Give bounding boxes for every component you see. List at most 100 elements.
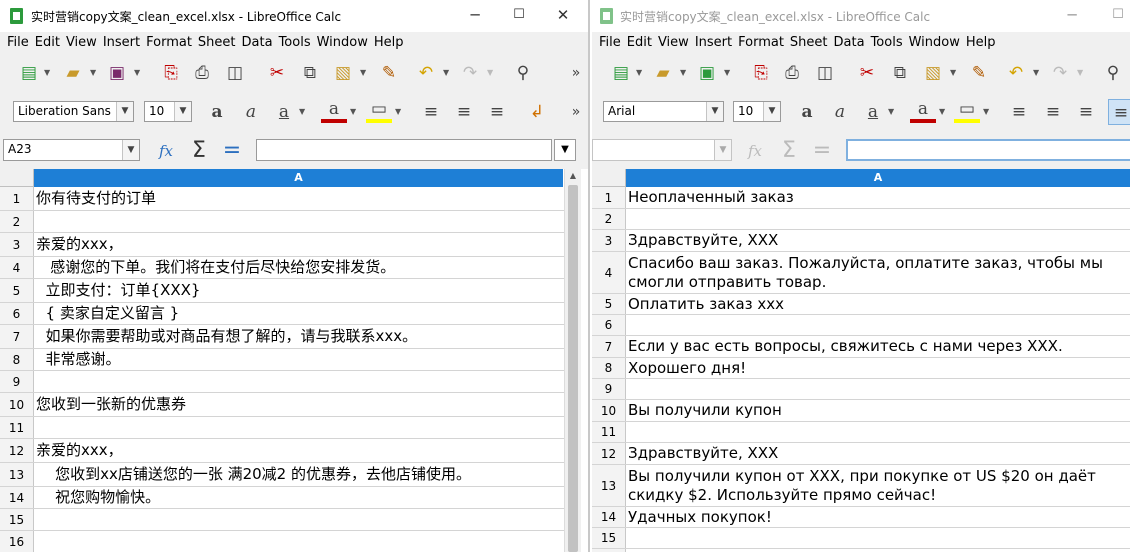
paste-icon[interactable]: ▧ — [920, 60, 946, 86]
input-line[interactable] — [256, 139, 552, 161]
undo-icon[interactable]: ↶ — [413, 60, 439, 86]
vertical-scrollbar[interactable]: ▲ — [564, 169, 581, 552]
chevron-down-icon[interactable]: ▼ — [888, 99, 896, 125]
minimize-button[interactable]: ─ — [453, 0, 497, 32]
toolbar-overflow-icon[interactable]: » — [567, 60, 585, 86]
cell-a12[interactable]: Здравствуйте, XXX — [626, 443, 778, 464]
row-header[interactable]: 16 — [0, 531, 34, 552]
cell-a3[interactable]: 亲爱的xxx， — [34, 233, 123, 256]
underline-icon[interactable]: a — [271, 99, 297, 125]
row-header[interactable]: 1 — [592, 187, 626, 208]
cell-a8[interactable]: Хорошего дня! — [626, 358, 746, 378]
chevron-down-icon[interactable]: ▼ — [116, 102, 133, 121]
cell-a4[interactable]: 感谢您的下单。我们将在支付后尽快给您安排发货。 — [34, 257, 395, 278]
function-wizard-icon[interactable]: fx — [742, 138, 768, 164]
menu-view[interactable]: View — [63, 32, 100, 54]
row-header[interactable]: 6 — [592, 315, 626, 335]
wrap-text-icon[interactable]: ≡ — [1108, 99, 1130, 125]
align-left-icon[interactable]: ≡ — [1006, 99, 1032, 125]
input-line[interactable] — [846, 139, 1130, 161]
cell-a10[interactable]: 您收到一张新的优惠券 — [34, 393, 186, 416]
menu-tools[interactable]: Tools — [868, 32, 906, 54]
row-header[interactable]: 15 — [592, 528, 626, 548]
export-pdf-icon[interactable]: ⎘ — [158, 60, 184, 86]
row-header[interactable]: 8 — [592, 358, 626, 378]
row-header[interactable]: 9 — [592, 379, 626, 399]
chevron-down-icon[interactable]: ▼ — [44, 60, 52, 86]
clone-formatting-icon[interactable]: ✎ — [376, 60, 402, 86]
column-header-a[interactable]: A — [626, 169, 1130, 187]
cell-a13[interactable]: 您收到xx店铺送您的一张 满20减2 的优惠券，去他店铺使用。 — [34, 463, 471, 486]
menu-edit[interactable]: Edit — [32, 32, 63, 54]
row-header[interactable]: 13 — [0, 463, 34, 486]
chevron-down-icon[interactable]: ▼ — [939, 99, 947, 125]
row-header[interactable]: 2 — [592, 209, 626, 229]
menu-data[interactable]: Data — [239, 32, 276, 54]
row-header[interactable]: 4 — [0, 257, 34, 278]
menu-window[interactable]: Window — [314, 32, 371, 54]
menu-format[interactable]: Format — [143, 32, 195, 54]
save-icon[interactable]: ▣ — [104, 60, 130, 86]
cell-a9[interactable] — [34, 371, 36, 392]
row-header[interactable]: 3 — [592, 230, 626, 251]
cut-icon[interactable]: ✂ — [854, 60, 880, 86]
chevron-down-icon[interactable]: ▼ — [724, 60, 732, 86]
undo-icon[interactable]: ↶ — [1003, 60, 1029, 86]
spreadsheet-grid[interactable]: A 1 Неоплаченный заказ 2 3 Здравствуйте, XXX… — [592, 169, 1130, 552]
copy-icon[interactable]: ⧉ — [297, 60, 323, 86]
cell-a1[interactable]: 你有待支付的订单 — [34, 187, 156, 210]
row-header[interactable]: 3 — [0, 233, 34, 256]
font-size-box[interactable]: 10 ▼ — [144, 101, 192, 122]
cell-a5[interactable]: 立即支付：订单{XXX} — [34, 279, 201, 302]
menu-file[interactable]: File — [596, 32, 624, 54]
cell-a2[interactable] — [626, 209, 628, 229]
sum-icon[interactable]: Σ — [776, 138, 802, 164]
align-right-icon[interactable]: ≡ — [1073, 99, 1099, 125]
find-replace-icon[interactable]: ⚲ — [1100, 60, 1126, 86]
align-left-icon[interactable]: ≡ — [418, 99, 444, 125]
menu-insert[interactable]: Insert — [692, 32, 735, 54]
row-header[interactable]: 12 — [592, 443, 626, 464]
cell-a7[interactable]: 如果你需要帮助或对商品有想了解的，请与我联系xxx。 — [34, 325, 418, 348]
chevron-down-icon[interactable]: ▼ — [134, 60, 142, 86]
chevron-down-icon[interactable]: ▼ — [299, 99, 307, 125]
cell-a4[interactable]: Спасибо ваш заказ. Пожалуйста, оплатите … — [626, 252, 1130, 293]
row-header[interactable]: 1 — [0, 187, 34, 210]
find-replace-icon[interactable]: ⚲ — [510, 60, 536, 86]
bold-icon[interactable]: a — [794, 99, 820, 125]
copy-icon[interactable]: ⧉ — [887, 60, 913, 86]
print-icon[interactable]: ⎙ — [189, 60, 215, 86]
name-box[interactable]: A23 ▼ — [3, 139, 140, 161]
cell-a13[interactable]: Вы получили купон от XXX, при покупке от… — [626, 465, 1130, 506]
row-header[interactable]: 10 — [0, 393, 34, 416]
row-header[interactable]: 13 — [592, 465, 626, 506]
chevron-down-icon[interactable]: ▼ — [487, 60, 495, 86]
scrollbar-thumb[interactable] — [568, 185, 578, 552]
function-wizard-icon[interactable]: fx — [153, 138, 179, 164]
cell-a2[interactable] — [34, 211, 36, 232]
open-folder-icon[interactable]: ▰ — [60, 60, 86, 86]
chevron-down-icon[interactable]: ▼ — [714, 140, 731, 160]
chevron-down-icon[interactable]: ▼ — [636, 60, 644, 86]
wrap-text-icon[interactable]: ↲ — [524, 99, 550, 125]
highlight-color-icon[interactable]: ▭ — [366, 99, 392, 123]
chevron-down-icon[interactable]: ▼ — [122, 140, 139, 160]
cell-a3[interactable]: Здравствуйте, XXX — [626, 230, 778, 251]
row-header[interactable]: 5 — [0, 279, 34, 302]
underline-icon[interactable]: a — [860, 99, 886, 125]
cell-a1[interactable]: Неоплаченный заказ — [626, 187, 794, 208]
export-pdf-icon[interactable]: ⎘ — [748, 60, 774, 86]
menu-view[interactable]: View — [655, 32, 692, 54]
maximize-button[interactable]: ☐ — [497, 0, 541, 32]
minimize-button[interactable]: ─ — [1050, 0, 1094, 32]
bold-icon[interactable]: a — [204, 99, 230, 125]
chevron-down-icon[interactable]: ▼ — [350, 99, 358, 125]
clone-formatting-icon[interactable]: ✎ — [966, 60, 992, 86]
align-center-icon[interactable]: ≡ — [1040, 99, 1066, 125]
cell-a5[interactable]: Оплатить заказ xxx — [626, 294, 784, 314]
chevron-down-icon[interactable]: ▼ — [950, 60, 958, 86]
row-header[interactable]: 10 — [592, 400, 626, 421]
new-document-icon[interactable]: ▤ — [16, 60, 42, 86]
font-color-icon[interactable]: a — [321, 99, 347, 123]
toolbar-overflow-icon[interactable]: » — [567, 99, 585, 125]
